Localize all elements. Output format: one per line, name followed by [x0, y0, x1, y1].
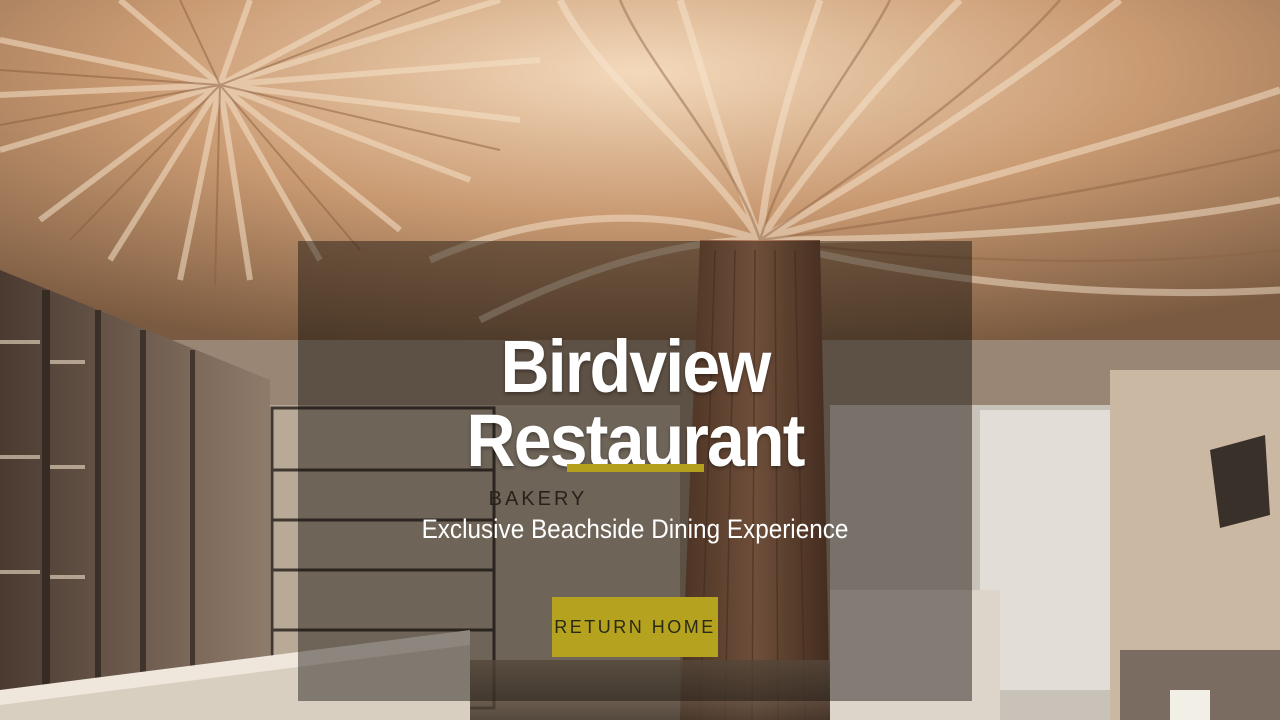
- hero-section: BAKERY Birdview Restaurant Exclusive Bea…: [0, 0, 1280, 720]
- title-divider: [567, 464, 704, 472]
- hero-subtitle: Exclusive Beachside Dining Experience: [421, 514, 849, 544]
- return-home-button[interactable]: RETURN HOME: [552, 597, 718, 657]
- hero-title: Birdview Restaurant: [466, 325, 805, 482]
